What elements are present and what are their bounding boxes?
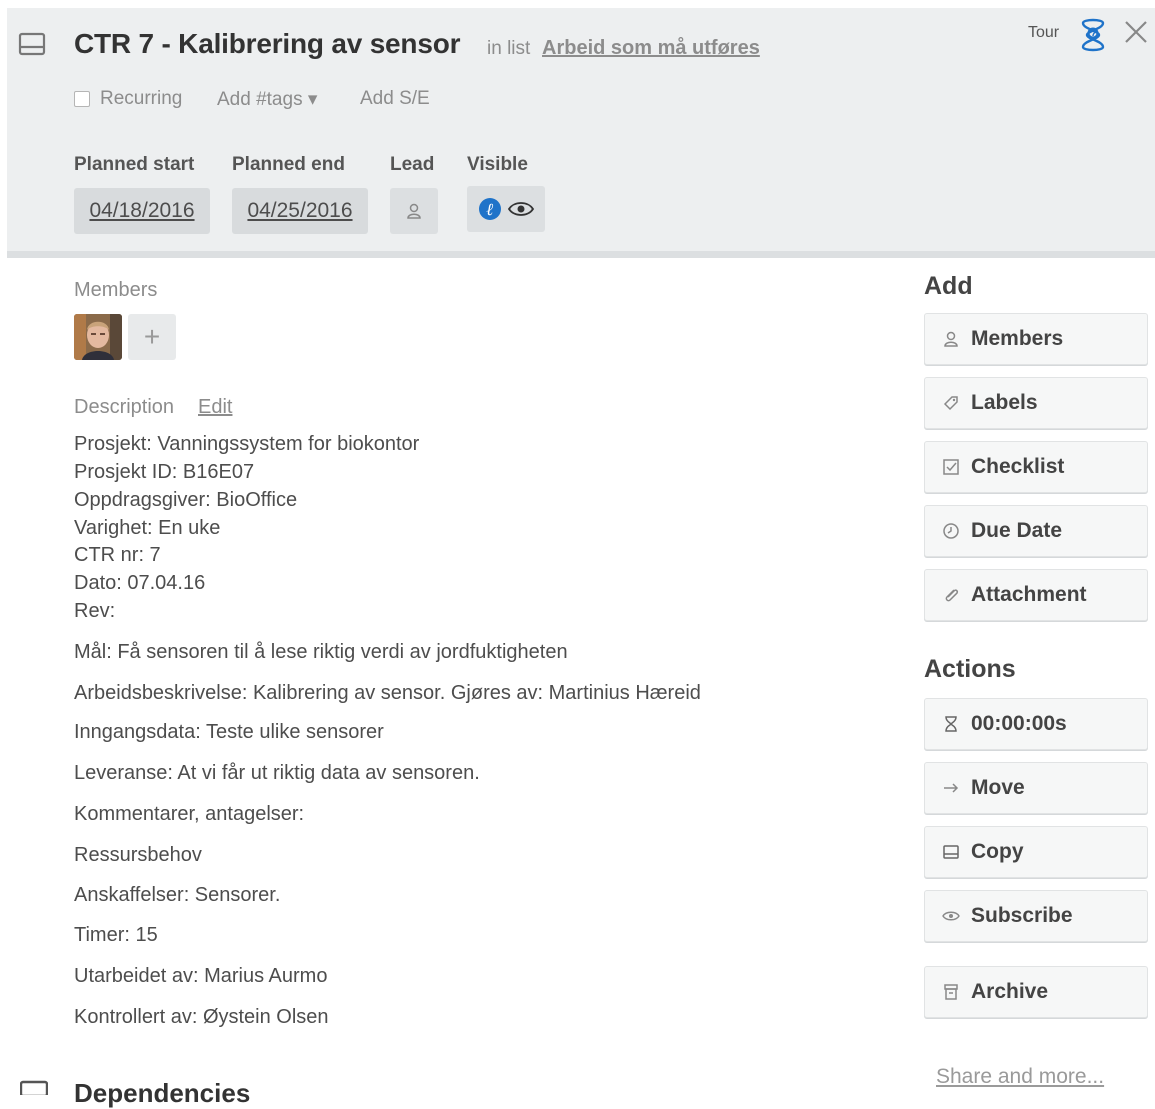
subscribe-label: Subscribe bbox=[971, 904, 1073, 927]
description-line: Inngangsdata: Teste ulike sensorer bbox=[74, 721, 384, 743]
copy-button[interactable]: Copy bbox=[924, 826, 1148, 878]
card-icon bbox=[941, 842, 961, 862]
add-checklist-button[interactable]: Checklist bbox=[924, 441, 1148, 493]
add-member-button[interactable]: + bbox=[128, 314, 176, 360]
tag-icon bbox=[941, 393, 961, 413]
description-line: Rev: bbox=[74, 600, 116, 622]
description-edit-link[interactable]: Edit bbox=[198, 396, 232, 419]
add-due-date-button[interactable]: Due Date bbox=[924, 505, 1148, 557]
description-line: Oppdragsgiver: BioOffice bbox=[74, 489, 298, 511]
person-icon bbox=[941, 329, 961, 349]
timer-button[interactable]: 00:00:00s bbox=[924, 698, 1148, 750]
description-line: Dato: 07.04.16 bbox=[74, 572, 206, 594]
header-divider bbox=[7, 251, 1155, 258]
add-members-button[interactable]: Members bbox=[924, 313, 1148, 365]
move-label: Move bbox=[971, 776, 1025, 799]
add-labels-button[interactable]: Labels bbox=[924, 377, 1148, 429]
description-line: Ressursbehov bbox=[74, 844, 202, 866]
members-label: Members bbox=[74, 279, 158, 301]
dependencies-heading: Dependencies bbox=[74, 1078, 251, 1108]
card-title[interactable]: CTR 7 - Kalibrering av sensor bbox=[74, 28, 461, 60]
tour-icon[interactable] bbox=[1075, 17, 1111, 53]
recurring-checkbox[interactable] bbox=[74, 91, 90, 107]
description-line: Leveranse: At vi får ut riktig data av s… bbox=[74, 762, 480, 784]
close-icon[interactable] bbox=[1122, 18, 1150, 46]
in-list-prefix: in list bbox=[487, 38, 531, 59]
lead-label: Lead bbox=[390, 154, 435, 175]
archive-icon bbox=[941, 982, 961, 1002]
description-line: Varighet: En uke bbox=[74, 517, 221, 539]
add-members-label: Members bbox=[971, 327, 1064, 350]
lead-selector[interactable] bbox=[390, 188, 438, 234]
description-label: Description bbox=[74, 396, 175, 418]
arrow-right-icon bbox=[941, 778, 961, 798]
recurring-label: Recurring bbox=[100, 88, 183, 109]
add-attachment-button[interactable]: Attachment bbox=[924, 569, 1148, 621]
eye-icon bbox=[941, 906, 961, 926]
team-badge-icon: ℓ bbox=[479, 198, 501, 220]
planned-start-label: Planned start bbox=[74, 154, 195, 175]
planned-end-field[interactable]: 04/25/2016 bbox=[232, 188, 368, 234]
archive-label: Archive bbox=[971, 980, 1049, 1003]
clock-icon bbox=[941, 521, 961, 541]
visible-label: Visible bbox=[467, 154, 528, 175]
add-heading: Add bbox=[924, 272, 973, 300]
paperclip-icon bbox=[941, 585, 961, 605]
checklist-icon bbox=[941, 457, 961, 477]
person-icon bbox=[407, 203, 421, 219]
svg-text:ℓ: ℓ bbox=[486, 200, 493, 220]
description-line: Timer: 15 bbox=[74, 924, 158, 946]
add-checklist-label: Checklist bbox=[971, 455, 1065, 478]
timer-label: 00:00:00s bbox=[971, 712, 1067, 735]
description-line: Kommentarer, antagelser: bbox=[74, 803, 305, 825]
subscribe-button[interactable]: Subscribe bbox=[924, 890, 1148, 942]
eye-icon bbox=[508, 202, 534, 216]
avatar[interactable] bbox=[74, 314, 122, 360]
visibility-selector[interactable]: ℓ bbox=[467, 186, 545, 232]
move-button[interactable]: Move bbox=[924, 762, 1148, 814]
card-icon bbox=[18, 32, 46, 56]
dependencies-icon bbox=[20, 1080, 48, 1095]
share-and-more-link[interactable]: Share and more... bbox=[936, 1065, 1104, 1089]
list-name-link[interactable]: Arbeid som må utføres bbox=[542, 37, 760, 60]
add-labels-label: Labels bbox=[971, 391, 1038, 414]
hourglass-icon bbox=[941, 714, 961, 734]
add-tags-dropdown[interactable]: Add #tags ▾ bbox=[217, 88, 317, 111]
tour-link[interactable]: Tour bbox=[1028, 24, 1059, 42]
recurring-toggle[interactable]: Recurring bbox=[74, 88, 182, 110]
archive-button[interactable]: Archive bbox=[924, 966, 1148, 1018]
description-line: Kontrollert av: Øystein Olsen bbox=[74, 1006, 329, 1028]
add-se-button[interactable]: Add S/E bbox=[360, 88, 430, 110]
description-line: Prosjekt ID: B16E07 bbox=[74, 461, 255, 483]
copy-label: Copy bbox=[971, 840, 1024, 863]
add-attachment-label: Attachment bbox=[971, 583, 1087, 606]
planned-start-field[interactable]: 04/18/2016 bbox=[74, 188, 210, 234]
description-line: Anskaffelser: Sensorer. bbox=[74, 884, 281, 906]
description-line: Utarbeidet av: Marius Aurmo bbox=[74, 965, 328, 987]
planned-end-label: Planned end bbox=[232, 154, 345, 175]
description-line: Mål: Få sensoren til å lese riktig verdi… bbox=[74, 641, 568, 663]
description-line: CTR nr: 7 bbox=[74, 544, 161, 566]
description-line: Arbeidsbeskrivelse: Kalibrering av senso… bbox=[74, 682, 701, 704]
actions-heading: Actions bbox=[924, 655, 1016, 683]
add-due-date-label: Due Date bbox=[971, 519, 1063, 542]
description-line: Prosjekt: Vanningssystem for biokontor bbox=[74, 433, 420, 455]
